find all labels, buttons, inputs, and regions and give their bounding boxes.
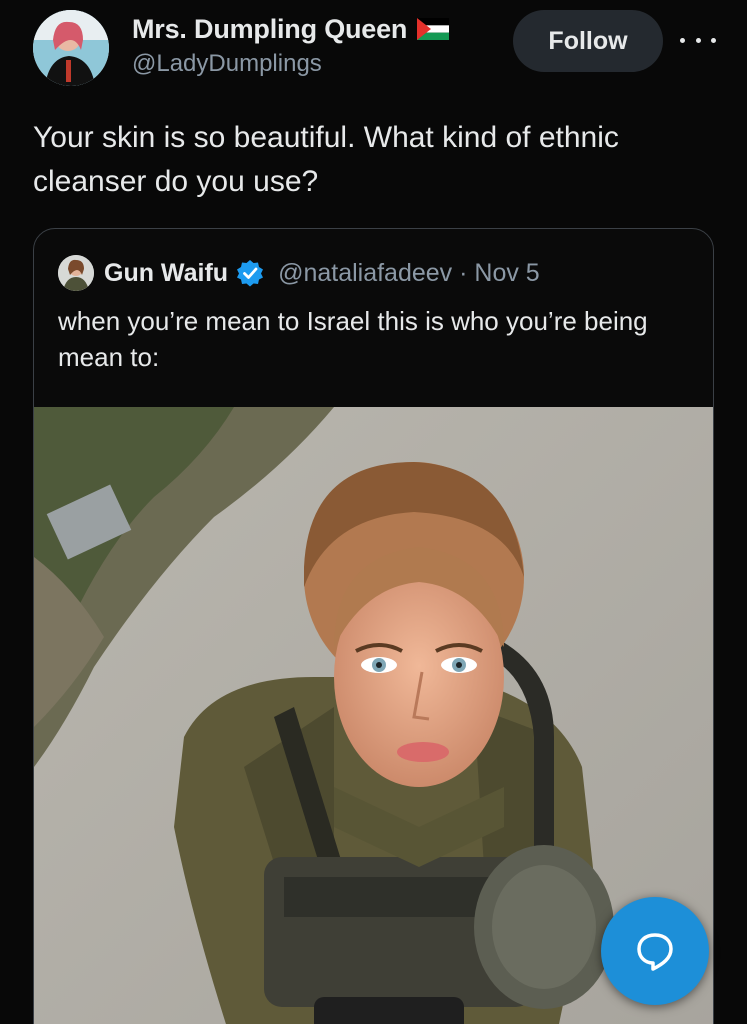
quoted-author-handle[interactable]: @nataliafadeev · Nov 5 xyxy=(278,259,540,288)
author-avatar-image xyxy=(33,10,109,86)
author-avatar[interactable] xyxy=(33,10,109,86)
author-name[interactable]: Mrs. Dumpling Queen xyxy=(132,14,407,45)
follow-button[interactable]: Follow xyxy=(513,10,663,72)
verified-badge-icon xyxy=(237,260,264,287)
author-handle[interactable]: @LadyDumplings xyxy=(132,50,449,78)
quoted-author-avatar-image xyxy=(58,255,94,291)
quoted-post-text: when you’re mean to Israel this is who y… xyxy=(58,306,648,372)
quoted-author-name[interactable]: Gun Waifu xyxy=(104,259,228,288)
reply-bubble-icon xyxy=(637,933,673,971)
quoted-author-avatar[interactable] xyxy=(58,255,94,291)
palestine-flag-icon xyxy=(417,18,450,40)
post-header: Mrs. Dumpling Queen @LadyDumplings Follo… xyxy=(0,0,747,100)
quoted-post-card[interactable]: Gun Waifu @nataliafadeev · Nov 5 when yo… xyxy=(33,228,714,1024)
quoted-post-header: Gun Waifu @nataliafadeev · Nov 5 xyxy=(58,253,540,293)
post-text: Your skin is so beautiful. What kind of … xyxy=(33,121,619,198)
more-options-icon[interactable] xyxy=(680,30,716,50)
reply-button[interactable] xyxy=(601,897,709,1005)
